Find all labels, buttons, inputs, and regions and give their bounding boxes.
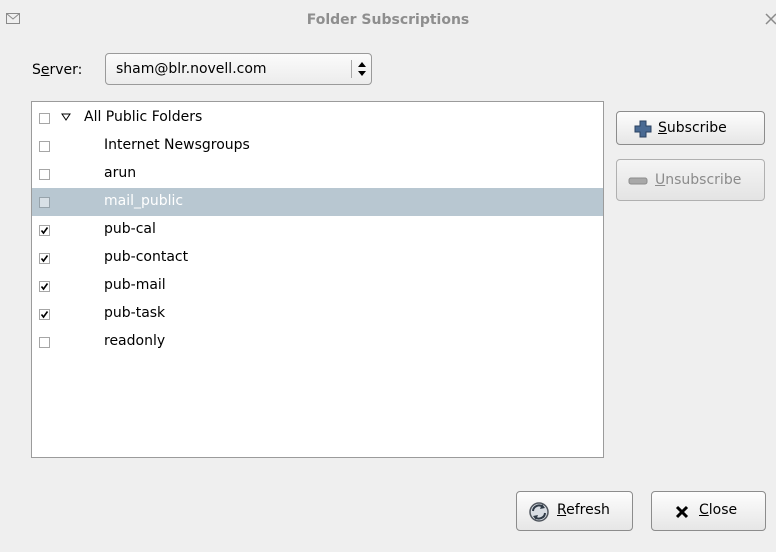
tree-row[interactable]: readonly <box>32 328 603 356</box>
refresh-button[interactable]: Refresh <box>516 491 633 531</box>
checkmark-icon <box>40 283 49 291</box>
folder-label: mail_public <box>104 193 184 209</box>
close-button[interactable]: Close <box>651 491 766 531</box>
tree-row[interactable]: pub-task <box>32 300 603 328</box>
minus-icon <box>628 177 648 185</box>
window-title: Folder Subscriptions <box>306 12 470 28</box>
folder-label: Internet Newsgroups <box>104 137 250 153</box>
tree-row[interactable]: arun <box>32 160 603 188</box>
subscribe-checkbox[interactable] <box>39 253 50 264</box>
unsubscribe-label: Unsubscribe <box>655 172 742 188</box>
tree-row[interactable]: Internet Newsgroups <box>32 132 603 160</box>
tree-row[interactable]: mail_public <box>32 188 603 216</box>
unsubscribe-button[interactable]: Unsubscribe <box>616 159 765 201</box>
folder-label: pub-mail <box>104 277 166 293</box>
folder-label: pub-task <box>104 305 166 321</box>
server-value: sham@blr.novell.com <box>116 61 267 77</box>
x-icon <box>675 505 689 519</box>
subscribe-checkbox[interactable] <box>39 309 50 320</box>
subscribe-checkbox[interactable] <box>39 141 50 152</box>
tree-root-row[interactable]: All Public Folders <box>32 104 603 132</box>
subscribe-checkbox[interactable] <box>39 197 50 208</box>
root-checkbox[interactable] <box>39 113 50 124</box>
subscribe-button[interactable]: Subscribe <box>616 111 765 145</box>
checkmark-icon <box>40 255 49 263</box>
tree-row[interactable]: pub-contact <box>32 244 603 272</box>
subscribe-checkbox[interactable] <box>39 337 50 348</box>
refresh-label: Refresh <box>557 502 610 518</box>
combo-separator <box>351 60 352 78</box>
folder-label: readonly <box>104 333 166 349</box>
subscribe-label: Subscribe <box>658 120 727 136</box>
title-bar: Folder Subscriptions <box>0 0 776 42</box>
tree-row[interactable]: pub-cal <box>32 216 603 244</box>
subscribe-checkbox[interactable] <box>39 169 50 180</box>
plus-icon <box>634 120 652 138</box>
root-label: All Public Folders <box>84 109 203 125</box>
checkmark-icon <box>40 227 49 235</box>
subscribe-checkbox[interactable] <box>39 281 50 292</box>
folder-label: pub-contact <box>104 249 189 265</box>
server-label: Server: <box>32 62 83 78</box>
refresh-icon <box>529 502 549 522</box>
up-down-arrows-icon <box>358 62 366 76</box>
close-label: Close <box>699 502 738 518</box>
folder-tree[interactable]: All Public Folders Internet Newsgroups ar… <box>31 101 604 458</box>
server-combo[interactable]: sham@blr.novell.com <box>105 53 372 85</box>
close-icon[interactable] <box>764 12 776 26</box>
tree-row[interactable]: pub-mail <box>32 272 603 300</box>
subscribe-checkbox[interactable] <box>39 225 50 236</box>
checkmark-icon <box>40 311 49 319</box>
expander-down-icon[interactable] <box>61 113 71 121</box>
folder-label: pub-cal <box>104 221 156 237</box>
folder-label: arun <box>104 165 137 181</box>
